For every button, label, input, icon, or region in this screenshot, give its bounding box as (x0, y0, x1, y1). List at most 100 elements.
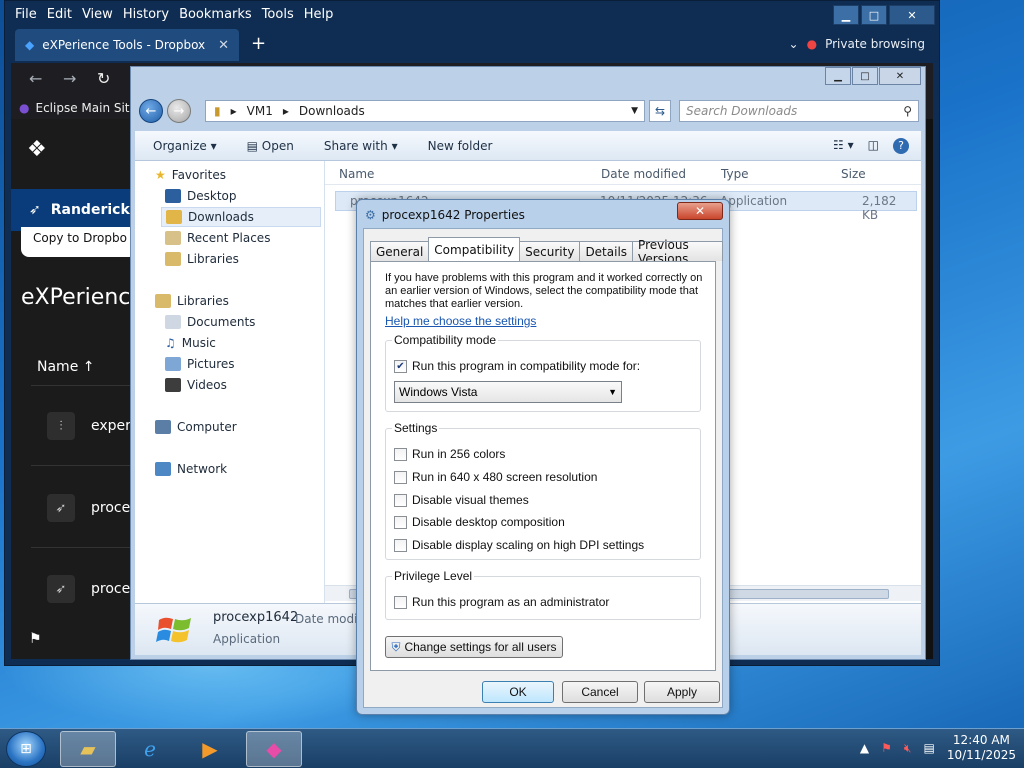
media-player-icon[interactable]: ▶ (182, 731, 238, 767)
taskbar: ⊞ ▰ ℯ ▶ ◆ ▲ ⚑ 🔇︎ ▤ 12:40 AM 10/11/2025 (0, 728, 1024, 768)
organize-button[interactable]: Organize ▾ (153, 139, 217, 153)
nav-pictures[interactable]: Pictures (165, 354, 235, 374)
chevron-down-icon[interactable]: ⌄ (789, 37, 799, 51)
menu-edit[interactable]: Edit (47, 7, 72, 22)
tab-security[interactable]: Security (519, 241, 581, 261)
back-button[interactable]: ← (139, 99, 163, 123)
breadcrumb-downloads[interactable]: Downloads (299, 104, 365, 118)
tab-previous-versions[interactable]: Previous Versions (632, 238, 723, 266)
nav-libraries-favorite[interactable]: Libraries (165, 249, 239, 269)
column-name[interactable]: Name (339, 167, 374, 181)
new-folder-button[interactable]: New folder (428, 139, 493, 153)
nav-favorites[interactable]: ★ Favorites (155, 165, 226, 185)
internet-explorer-icon[interactable]: ℯ (122, 731, 178, 767)
forward-arrow-icon[interactable]: → (63, 69, 76, 88)
file-row[interactable]: ➶ proce (47, 493, 130, 523)
cancel-button[interactable]: Cancel (562, 681, 638, 703)
volume-muted-icon[interactable]: 🔇︎ (904, 741, 912, 756)
column-date[interactable]: Date modified (601, 167, 686, 181)
chevron-down-icon[interactable]: ▼ (631, 106, 638, 116)
file-row[interactable]: ⫶ exper (47, 411, 131, 441)
checkbox-256-colors[interactable]: Run in 256 colors (394, 447, 505, 461)
new-tab-button[interactable]: + (251, 33, 266, 54)
flag-icon[interactable]: ⚑ (29, 631, 42, 647)
nav-network[interactable]: Network (155, 459, 227, 479)
checkbox-run-as-admin[interactable]: Run this program as an administrator (394, 595, 609, 609)
menu-history[interactable]: History (123, 7, 169, 22)
checkbox-checked-icon: ✔ (394, 359, 407, 373)
address-bar[interactable]: ▮ ▸ VM1 ▸ Downloads ▼ (205, 100, 645, 122)
tab-dropbox[interactable]: ◆ eXPerience Tools - Dropbox ✕ (15, 29, 239, 61)
music-icon: ♫ (165, 336, 176, 350)
menu-file[interactable]: File (15, 7, 37, 22)
nav-recent-places[interactable]: Recent Places (165, 228, 270, 248)
apply-button[interactable]: Apply (644, 681, 720, 703)
tab-details[interactable]: Details (579, 241, 634, 261)
back-arrow-icon[interactable]: ← (29, 69, 42, 88)
network-icon (155, 462, 171, 476)
share-with-button[interactable]: Share with ▾ (324, 139, 398, 153)
show-hidden-icons[interactable]: ▲ (860, 741, 869, 755)
start-button[interactable]: ⊞ (6, 731, 46, 767)
compat-os-select[interactable]: Windows Vista ▼ (394, 381, 622, 403)
breadcrumb-vm1[interactable]: VM1 (247, 104, 273, 118)
tab-compatibility[interactable]: Compatibility (428, 237, 521, 261)
nav-libraries[interactable]: Libraries (155, 291, 229, 311)
column-headers: Name Date modified Type Size (325, 161, 921, 185)
help-icon[interactable]: ? (893, 137, 909, 154)
menu-view[interactable]: View (82, 7, 113, 22)
recent-places-icon (165, 231, 181, 245)
column-size[interactable]: Size (841, 167, 866, 181)
explorer-window-controls: ▁ □ ✕ (825, 67, 921, 85)
close-button[interactable]: ✕ (879, 67, 921, 85)
network-icon[interactable]: ▤ (923, 741, 934, 755)
dropbox-logo-icon[interactable]: ❖ (27, 137, 47, 162)
menu-bookmarks[interactable]: Bookmarks (179, 7, 252, 22)
close-tab-icon[interactable]: ✕ (218, 38, 229, 53)
nav-downloads[interactable]: Downloads (161, 207, 321, 227)
firefox-private-icon[interactable]: ◆ (246, 731, 302, 767)
preview-pane-icon[interactable]: ◫ (868, 138, 879, 154)
view-options-icon[interactable]: ☷ ▾ (833, 138, 854, 154)
minimize-button[interactable]: ▁ (825, 67, 851, 85)
change-settings-all-users-button[interactable]: ⛨ Change settings for all users (385, 636, 563, 658)
help-link[interactable]: Help me choose the settings (385, 314, 536, 328)
bookmark-eclipse[interactable]: ● Eclipse Main Site (19, 101, 137, 115)
system-tray: ▲ ⚑ 🔇︎ ▤ 12:40 AM 10/11/2025 (860, 733, 1016, 763)
menu-help[interactable]: Help (304, 7, 334, 22)
open-button[interactable]: ▤ Open (247, 139, 294, 153)
name-column-header[interactable]: Name ↑ (37, 359, 95, 375)
nav-videos[interactable]: Videos (165, 375, 227, 395)
nav-documents[interactable]: Documents (165, 312, 255, 332)
close-button[interactable]: ✕ (677, 202, 723, 220)
ok-button[interactable]: OK (482, 681, 554, 703)
checkbox-disable-themes[interactable]: Disable visual themes (394, 493, 529, 507)
details-type: Application (213, 632, 281, 646)
clock[interactable]: 12:40 AM 10/11/2025 (947, 733, 1016, 763)
compat-mode-checkbox[interactable]: ✔ Run this program in compatibility mode… (394, 359, 640, 373)
maximize-button[interactable]: □ (861, 5, 887, 25)
search-input[interactable]: Search Downloads ⚲ (679, 100, 919, 122)
file-row[interactable]: ➶ proce (47, 574, 130, 604)
checkbox-disable-dpi-scaling[interactable]: Disable display scaling on high DPI sett… (394, 538, 644, 552)
firefox-window-controls: ▁ □ ✕ (833, 5, 935, 25)
tab-general[interactable]: General (370, 241, 430, 261)
minimize-button[interactable]: ▁ (833, 5, 859, 25)
nav-computer[interactable]: Computer (155, 417, 237, 437)
checkbox-640x480[interactable]: Run in 640 x 480 screen resolution (394, 470, 597, 484)
action-center-icon[interactable]: ⚑ (881, 741, 892, 755)
maximize-button[interactable]: □ (852, 67, 878, 85)
forward-button[interactable]: → (167, 99, 191, 123)
checkbox-disable-composition[interactable]: Disable desktop composition (394, 515, 565, 529)
column-type[interactable]: Type (721, 167, 749, 181)
nav-desktop[interactable]: Desktop (165, 186, 237, 206)
team-banner[interactable]: ➶ Randerick (11, 189, 137, 231)
copy-to-dropbox-button[interactable]: Copy to Dropbo (21, 227, 137, 257)
nav-music[interactable]: ♫ Music (165, 333, 216, 353)
refresh-button[interactable]: ⇆ (649, 100, 671, 122)
close-button[interactable]: ✕ (889, 5, 935, 25)
menu-tools[interactable]: Tools (262, 7, 294, 22)
reload-icon[interactable]: ↻ (97, 69, 110, 88)
explorer-taskbar-icon[interactable]: ▰ (60, 731, 116, 767)
folder-icon: ▮ (214, 104, 221, 118)
